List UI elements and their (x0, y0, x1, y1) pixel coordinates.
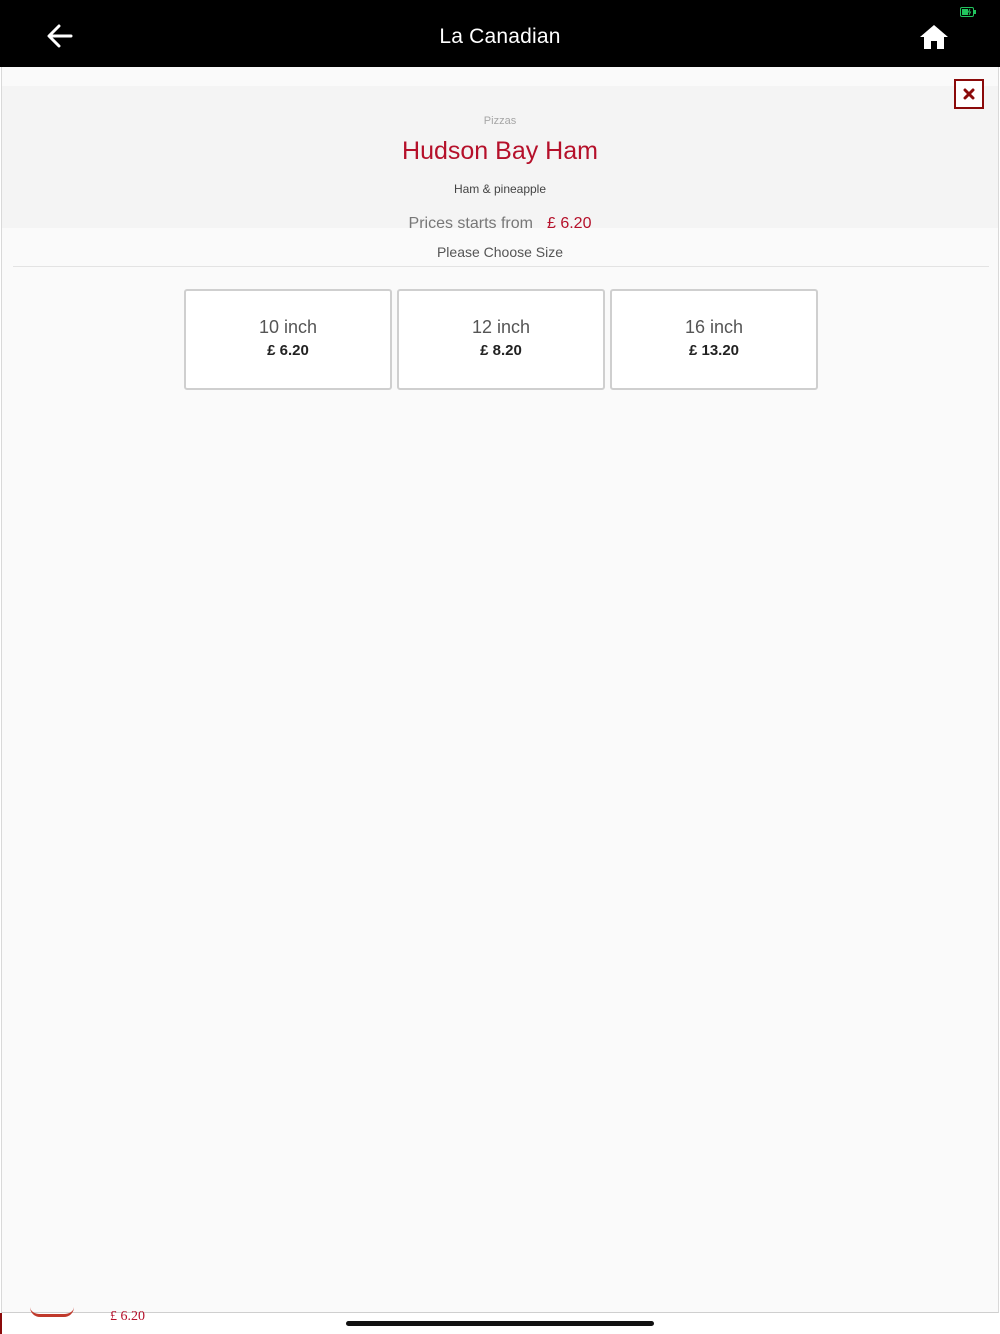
size-option-name: 10 inch (258, 317, 318, 337)
product-description: Ham & pineapple (453, 182, 547, 196)
size-option-name: 12 inch (471, 317, 531, 337)
product-title: Hudson Bay Ham (402, 137, 598, 165)
size-option-price: £ 13.20 (688, 342, 740, 359)
background-item-thumbnail (30, 1307, 74, 1317)
price-value: £ 6.20 (546, 215, 592, 232)
background-item-edge (0, 1313, 2, 1334)
size-option-price: £ 6.20 (267, 342, 309, 359)
size-option-16-inch[interactable]: 16 inch £ 13.20 (610, 289, 818, 390)
home-icon (920, 25, 948, 49)
size-options: 10 inch £ 6.20 12 inch £ 8.20 16 inch £ … (184, 289, 818, 391)
home-indicator[interactable] (346, 1321, 654, 1326)
app-title: La Canadian (439, 25, 561, 48)
choose-size-label: Please Choose Size (436, 244, 564, 260)
product-info-panel: Pizzas Hudson Bay Ham Ham & pineapple Pr… (2, 86, 998, 232)
divider (13, 266, 989, 267)
price-label: Prices starts from (408, 215, 533, 232)
battery-charging-icon (960, 7, 976, 17)
size-option-name: 16 inch (684, 317, 744, 337)
close-icon (963, 88, 975, 100)
size-option-price: £ 8.20 (480, 342, 522, 359)
size-option-12-inch[interactable]: 12 inch £ 8.20 (397, 289, 605, 390)
home-button[interactable] (914, 20, 954, 54)
top-app-bar: La Canadian (0, 0, 1000, 67)
starting-price: Prices starts from £ 6.20 (2, 215, 998, 233)
size-option-10-inch[interactable]: 10 inch £ 6.20 (184, 289, 392, 390)
background-item-price: £ 6.20 (110, 1309, 145, 1324)
product-size-modal: Pizzas Hudson Bay Ham Ham & pineapple Pr… (1, 67, 999, 1313)
product-category: Pizzas (483, 115, 517, 127)
close-button[interactable] (954, 79, 984, 109)
